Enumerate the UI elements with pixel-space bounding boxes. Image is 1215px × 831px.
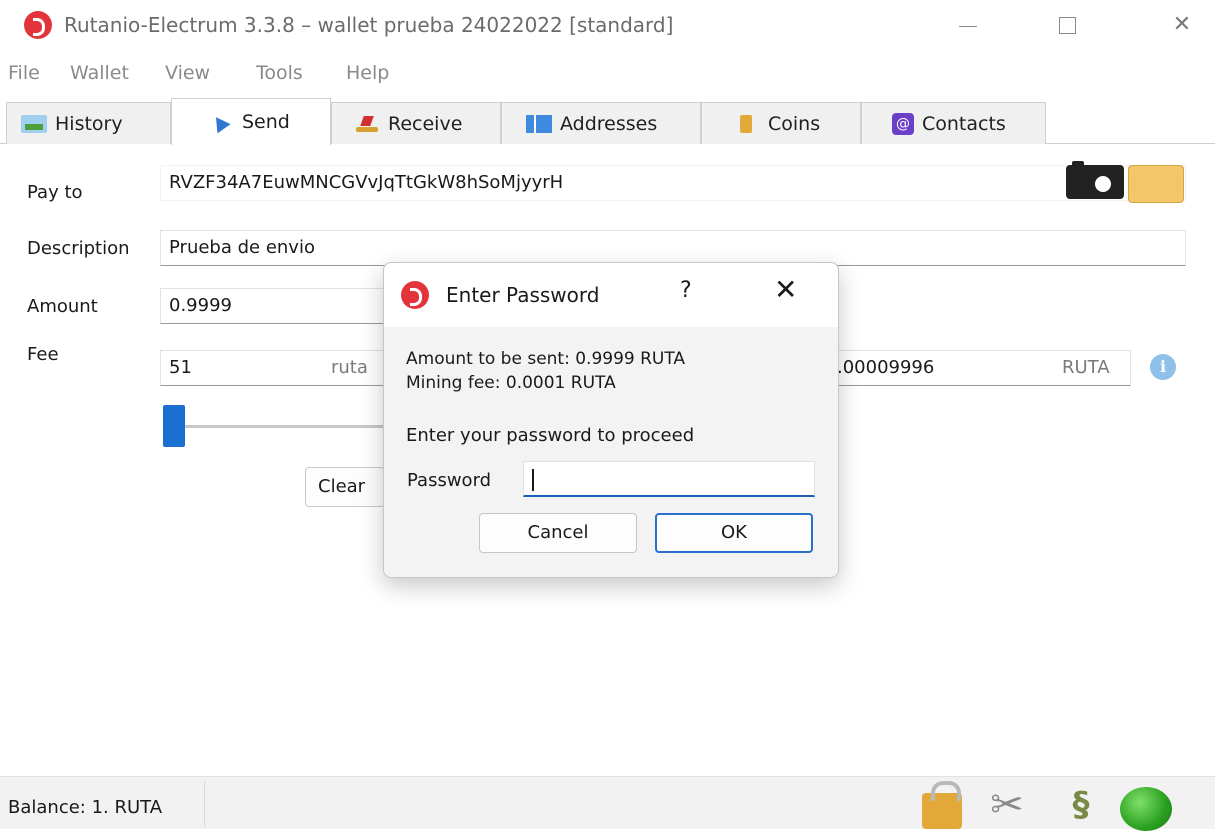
coins-icon	[734, 114, 760, 133]
fee-rate-input[interactable]: 51 ruta	[160, 350, 384, 386]
fee-total-input[interactable]: .00009996 RUTA	[836, 350, 1131, 386]
network-status-icon[interactable]	[1120, 787, 1172, 831]
folder-icon[interactable]	[1128, 165, 1184, 203]
title-bar: Rutanio-Electrum 3.3.8 – wallet prueba 2…	[0, 0, 1215, 50]
fee-rate-unit: ruta	[331, 357, 368, 378]
password-label: Password	[407, 470, 492, 491]
fee-rate-value: 51	[169, 357, 192, 378]
send-icon	[208, 113, 234, 131]
tab-contacts[interactable]: @ Contacts	[861, 102, 1046, 144]
tab-addresses-label: Addresses	[560, 112, 658, 135]
tab-history-label: History	[55, 112, 123, 135]
fee-slider-track[interactable]	[168, 425, 388, 428]
camera-icon[interactable]	[1066, 161, 1124, 199]
text-caret	[532, 469, 534, 491]
cancel-button[interactable]: Cancel	[479, 513, 637, 553]
dialog-logo-icon	[401, 281, 429, 309]
tab-contacts-label: Contacts	[922, 112, 1006, 135]
pay-to-input[interactable]: RVZF34A7EuwMNCGVvJqTtGkW8hSoMjyyrH	[160, 165, 1186, 201]
menu-bar: File Wallet View Tools Help	[0, 62, 1215, 92]
maximize-button[interactable]	[1045, 8, 1089, 42]
lock-icon[interactable]	[922, 781, 962, 829]
clear-button[interactable]: Clear	[305, 467, 385, 507]
info-icon[interactable]: i	[1150, 354, 1176, 380]
fee-slider-handle[interactable]	[163, 405, 185, 447]
status-separator	[204, 781, 205, 827]
menu-tools[interactable]: Tools	[256, 62, 303, 84]
close-button[interactable]: ✕	[1160, 8, 1204, 42]
dialog-title-bar: Enter Password ? ✕	[384, 263, 838, 327]
fee-total-value: .00009996	[837, 357, 935, 378]
status-bar: Balance: 1. RUTA ✂ §	[0, 776, 1215, 831]
dialog-close-button[interactable]: ✕	[774, 273, 797, 306]
password-dialog: Enter Password ? ✕ Amount to be sent: 0.…	[383, 262, 839, 578]
preferences-icon[interactable]: ✂	[982, 783, 1032, 827]
help-button[interactable]: ?	[680, 278, 692, 303]
fee-label: Fee	[27, 344, 59, 365]
receive-icon	[354, 115, 380, 133]
seed-icon[interactable]: §	[1054, 783, 1108, 827]
password-prompt-text: Enter your password to proceed	[406, 425, 695, 446]
window-title: Rutanio-Electrum 3.3.8 – wallet prueba 2…	[64, 13, 674, 37]
tab-coins[interactable]: Coins	[701, 102, 861, 144]
dialog-title: Enter Password	[446, 283, 600, 307]
menu-wallet[interactable]: Wallet	[70, 62, 129, 84]
amount-to-send-text: Amount to be sent: 0.9999 RUTA	[406, 349, 686, 369]
ok-button[interactable]: OK	[655, 513, 813, 553]
pay-to-label: Pay to	[27, 182, 83, 203]
tab-history[interactable]: History	[6, 102, 171, 144]
addresses-icon	[526, 114, 552, 133]
tab-send-label: Send	[242, 111, 290, 133]
description-label: Description	[27, 238, 130, 259]
amount-input[interactable]: 0.9999	[160, 288, 384, 324]
amount-label: Amount	[27, 296, 98, 317]
balance-text: Balance: 1. RUTA	[8, 797, 163, 818]
tab-coins-label: Coins	[768, 112, 821, 135]
description-input[interactable]: Prueba de envio	[160, 230, 1186, 266]
tab-addresses[interactable]: Addresses	[501, 102, 701, 144]
menu-file[interactable]: File	[8, 62, 40, 84]
history-icon	[21, 114, 47, 133]
password-input[interactable]	[523, 461, 815, 497]
contacts-icon: @	[892, 112, 914, 135]
menu-help[interactable]: Help	[346, 62, 389, 84]
tab-send[interactable]: Send	[171, 98, 331, 145]
app-logo-icon	[24, 11, 52, 39]
mining-fee-text: Mining fee: 0.0001 RUTA	[406, 373, 616, 393]
tab-bar: History Send Receive Addresses Coins @ C…	[0, 98, 1215, 145]
tab-receive[interactable]: Receive	[331, 102, 501, 144]
tab-receive-label: Receive	[388, 112, 463, 135]
minimize-button[interactable]	[945, 8, 989, 42]
fee-total-unit: RUTA	[1062, 357, 1110, 378]
menu-view[interactable]: View	[165, 62, 210, 84]
